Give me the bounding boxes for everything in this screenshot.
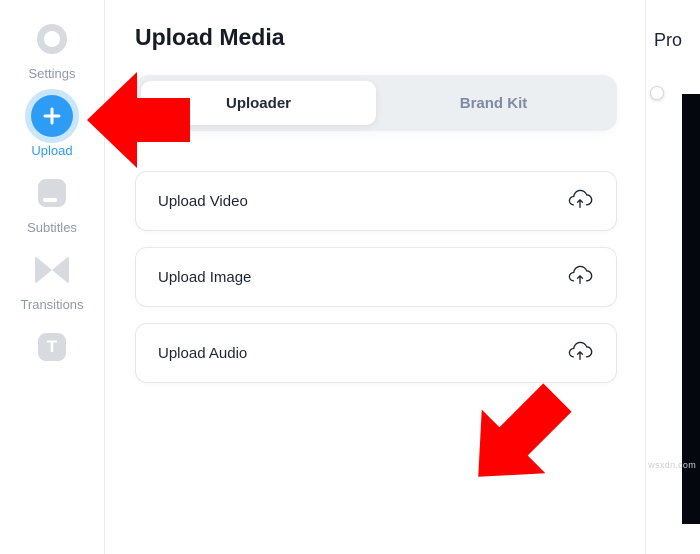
cloud-upload-icon bbox=[566, 265, 594, 290]
cloud-upload-icon bbox=[566, 341, 594, 366]
sidebar-item-label: Subtitles bbox=[27, 220, 77, 235]
sidebar-item-subtitles[interactable]: Subtitles bbox=[0, 172, 104, 235]
watermark-text: wsxdn.com bbox=[648, 460, 696, 470]
right-strip: Pro wsxdn.com bbox=[645, 0, 700, 554]
plus-icon bbox=[31, 95, 73, 137]
slider-knob[interactable] bbox=[650, 86, 664, 100]
transitions-icon bbox=[31, 249, 73, 291]
sidebar-item-upload[interactable]: Upload bbox=[0, 95, 104, 158]
preview-header-label: Pro bbox=[646, 0, 700, 51]
upload-row-label: Upload Video bbox=[158, 193, 248, 210]
sidebar-item-text[interactable]: T bbox=[0, 326, 104, 368]
page-title: Upload Media bbox=[135, 24, 617, 51]
tab-brand-kit[interactable]: Brand Kit bbox=[376, 81, 611, 125]
sidebar-item-label: Settings bbox=[29, 66, 76, 81]
upload-media-panel: Upload Media Uploader Brand Kit Upload V… bbox=[105, 0, 645, 554]
subtitles-icon bbox=[31, 172, 73, 214]
upload-row-label: Upload Audio bbox=[158, 345, 247, 362]
text-icon: T bbox=[31, 326, 73, 368]
tab-uploader[interactable]: Uploader bbox=[141, 81, 376, 125]
sidebar-item-label: Upload bbox=[31, 143, 72, 158]
upload-row-label: Upload Image bbox=[158, 269, 251, 286]
upload-list: Upload Video Upload Image Upload Audio bbox=[135, 171, 617, 383]
settings-icon bbox=[31, 18, 73, 60]
tab-container: Uploader Brand Kit bbox=[135, 75, 617, 131]
upload-image-button[interactable]: Upload Image bbox=[135, 247, 617, 307]
upload-audio-button[interactable]: Upload Audio bbox=[135, 323, 617, 383]
sidebar-item-label: Transitions bbox=[20, 297, 83, 312]
sidebar: Settings Upload Subtitles Transitions T bbox=[0, 0, 105, 554]
sidebar-item-transitions[interactable]: Transitions bbox=[0, 249, 104, 312]
sidebar-item-settings[interactable]: Settings bbox=[0, 18, 104, 81]
upload-video-button[interactable]: Upload Video bbox=[135, 171, 617, 231]
cloud-upload-icon bbox=[566, 189, 594, 214]
